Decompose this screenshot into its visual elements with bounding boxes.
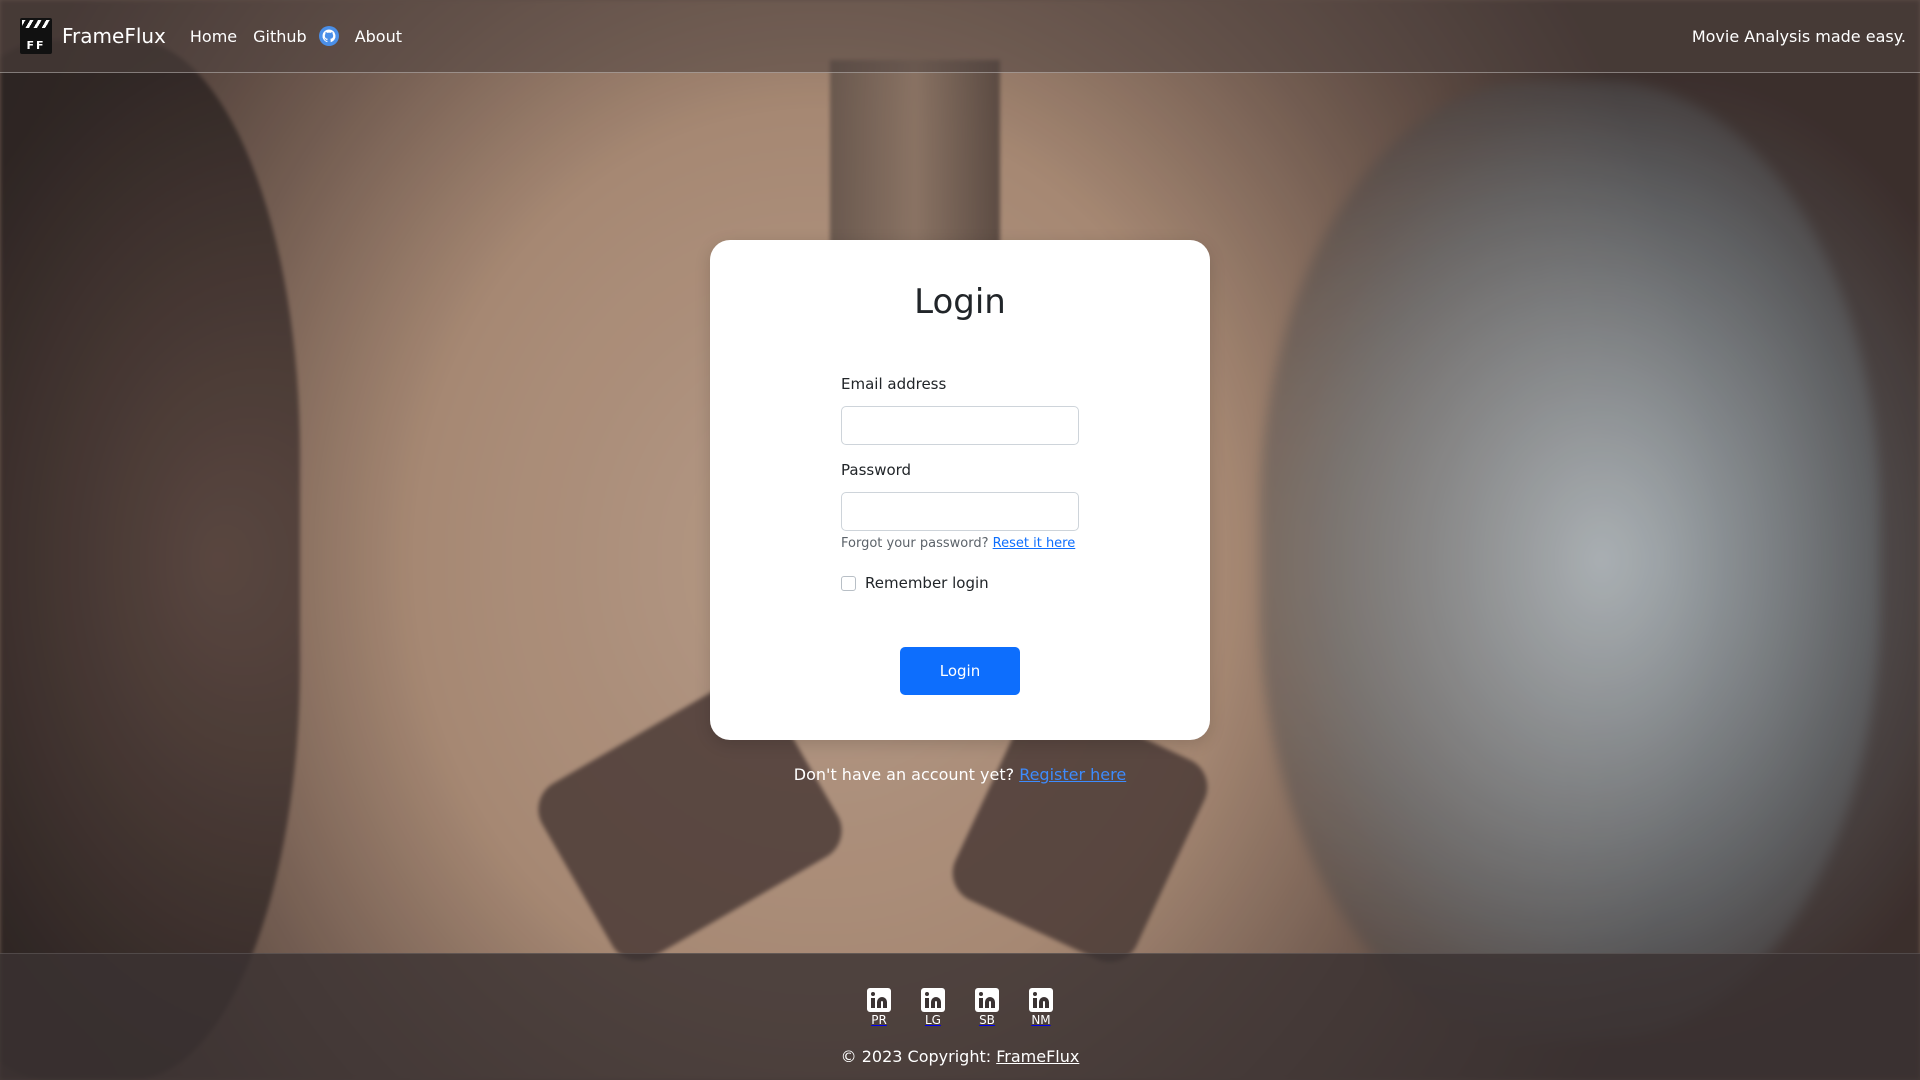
forgot-password-text: Forgot your password? Reset it here [841, 536, 1075, 551]
remember-label: Remember login [865, 574, 989, 592]
nav-about-link[interactable]: About [355, 27, 402, 46]
nav-home-link[interactable]: Home [190, 27, 237, 46]
remember-checkbox[interactable] [841, 575, 856, 591]
tagline: Movie Analysis made easy. [1691, 26, 1906, 46]
nav-github-link[interactable]: Github [253, 27, 307, 46]
linkedin-icon [1029, 988, 1053, 1012]
email-field[interactable] [841, 406, 1079, 445]
github-icon[interactable] [318, 26, 339, 46]
copyright-text: © 2023 Copyright: [840, 1047, 992, 1066]
copyright: © 2023 Copyright: FrameFlux [0, 1047, 1920, 1066]
copyright-link[interactable]: FrameFlux [996, 1047, 1079, 1066]
linkedin-icon [975, 988, 999, 1012]
login-button[interactable]: Login [900, 647, 1020, 695]
password-field[interactable] [841, 492, 1079, 531]
navbar: FF FrameFlux Home Github About Movie Ana… [0, 0, 1920, 73]
social-label: SB [979, 1013, 995, 1027]
social-link-lg[interactable]: LG [920, 988, 946, 1027]
social-link-nm[interactable]: NM [1028, 988, 1054, 1027]
login-card: Login Email address Password Forgot your… [710, 240, 1210, 740]
nav-links: Home Github About [190, 26, 402, 46]
social-label: PR [871, 1013, 887, 1027]
register-prompt: Don't have an account yet? Register here [0, 765, 1920, 784]
register-link[interactable]: Register here [1019, 765, 1126, 784]
social-label: LG [925, 1013, 941, 1027]
social-link-sb[interactable]: SB [974, 988, 1000, 1027]
remember-login[interactable]: Remember login [841, 574, 989, 592]
logo-text: FF [26, 39, 46, 52]
email-label: Email address [841, 375, 947, 393]
login-title: Login [914, 282, 1006, 322]
register-text: Don't have an account yet? [793, 765, 1015, 784]
reset-password-link[interactable]: Reset it here [993, 536, 1076, 551]
social-link-pr[interactable]: PR [866, 988, 892, 1027]
social-links: PR LG SB NM [0, 988, 1920, 1027]
password-label: Password [841, 461, 912, 479]
brand-name: FrameFlux [62, 24, 166, 48]
linkedin-icon [921, 988, 945, 1012]
linkedin-icon [867, 988, 891, 1012]
brand-link[interactable]: FF FrameFlux [20, 18, 166, 54]
social-label: NM [1031, 1013, 1051, 1027]
frameflux-logo-icon: FF [20, 18, 52, 54]
forgot-password-label: Forgot your password? [841, 536, 989, 551]
footer: PR LG SB NM © 2023 Copyright: FrameFlux [0, 953, 1920, 1080]
